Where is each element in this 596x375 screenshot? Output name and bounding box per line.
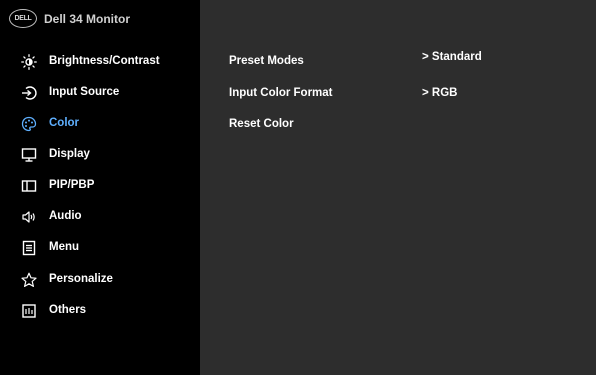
display-icon bbox=[21, 147, 37, 163]
nav-label: Others bbox=[49, 304, 87, 316]
input-source-icon bbox=[21, 85, 37, 101]
color-palette-icon bbox=[21, 116, 37, 132]
audio-icon bbox=[21, 209, 37, 225]
option-label: Reset Color bbox=[229, 118, 294, 130]
nav-label: Brightness/Contrast bbox=[49, 55, 160, 67]
option-value: > Standard bbox=[422, 51, 482, 63]
nav-item-input-source[interactable]: Input Source bbox=[0, 78, 200, 108]
option-reset-color[interactable]: Reset Color bbox=[229, 118, 589, 142]
nav-label: Display bbox=[49, 148, 90, 160]
menu-icon bbox=[21, 240, 37, 256]
nav-item-pip-pbp[interactable]: PIP/PBP bbox=[0, 171, 200, 201]
monitor-osd: DELL Dell 34 Monitor Brightness/Contrast bbox=[0, 0, 596, 375]
nav-label: Menu bbox=[49, 241, 80, 253]
nav-item-audio[interactable]: Audio bbox=[0, 202, 200, 232]
logo-text: DELL bbox=[14, 15, 32, 22]
nav-label: Audio bbox=[49, 210, 82, 222]
nav-item-others[interactable]: Others bbox=[0, 296, 200, 326]
brightness-icon bbox=[21, 54, 37, 70]
nav-item-color[interactable]: Color bbox=[0, 109, 200, 139]
star-icon bbox=[21, 272, 37, 288]
nav-item-personalize[interactable]: Personalize bbox=[0, 265, 200, 295]
content-panel: Preset Modes > Standard Input Color Form… bbox=[200, 0, 596, 375]
nav-label: Input Source bbox=[49, 86, 120, 98]
nav-item-menu[interactable]: Menu bbox=[0, 233, 200, 263]
option-label: Preset Modes bbox=[229, 55, 304, 67]
nav-label: PIP/PBP bbox=[49, 179, 95, 191]
nav-item-brightness-contrast[interactable]: Brightness/Contrast bbox=[0, 47, 200, 77]
option-label: Input Color Format bbox=[229, 87, 333, 99]
nav-label: Personalize bbox=[49, 273, 113, 285]
monitor-model: Dell 34 Monitor bbox=[44, 12, 131, 26]
option-input-color-format[interactable]: Input Color Format > RGB bbox=[229, 87, 589, 111]
pip-pbp-icon bbox=[21, 178, 37, 194]
others-icon bbox=[21, 303, 37, 319]
sidebar: DELL Dell 34 Monitor Brightness/Contrast bbox=[0, 0, 200, 375]
osd-header: DELL Dell 34 Monitor bbox=[0, 0, 200, 40]
option-value: > RGB bbox=[422, 87, 458, 99]
nav-label: Color bbox=[49, 117, 80, 129]
dell-logo: DELL bbox=[9, 9, 37, 28]
nav-item-display[interactable]: Display bbox=[0, 140, 200, 170]
option-preset-modes[interactable]: Preset Modes > Standard bbox=[229, 51, 589, 79]
